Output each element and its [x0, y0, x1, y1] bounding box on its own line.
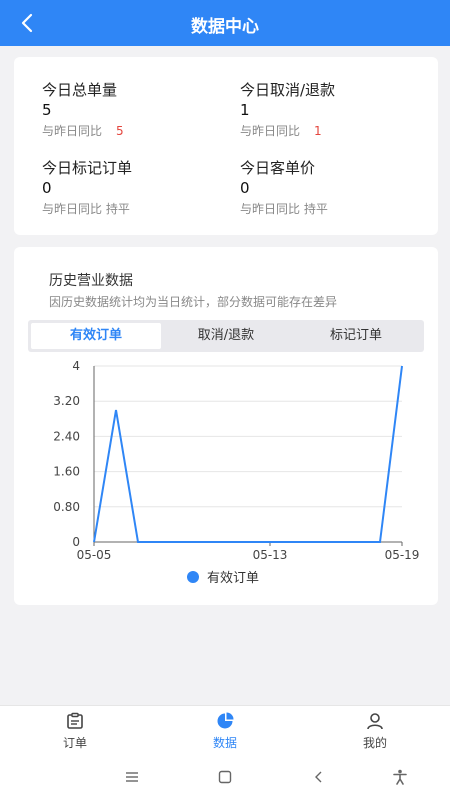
accessibility-icon[interactable] [390, 767, 410, 787]
menu-icon[interactable] [122, 767, 142, 787]
stat-avg-order-price: 今日客单价 0 与昨日同比 持平 [240, 157, 430, 217]
chart-y-tick-label: 0.80 [53, 500, 80, 514]
chart-x-tick-label: 05-05 [77, 548, 112, 562]
history-tabs: 有效订单 取消/退款 标记订单 [28, 320, 424, 352]
history-title: 历史营业数据 [49, 273, 133, 289]
chart-series-line [93, 365, 403, 543]
tabbar-item-orders[interactable]: 订单 [0, 706, 150, 755]
stat-compare: 与昨日同比 5 [42, 122, 232, 139]
stat-value: 1 [240, 101, 250, 119]
chart-y-tick-label: 4 [72, 359, 80, 373]
tabbar-item-mine[interactable]: 我的 [300, 706, 450, 755]
tabbar-label: 数据 [212, 735, 237, 750]
compare-label: 与昨日同比 [42, 124, 103, 138]
chart-x-tick-label: 05-13 [253, 548, 288, 562]
tab-valid-orders[interactable]: 有效订单 [31, 323, 161, 349]
tabbar-item-data[interactable]: 数据 [150, 706, 300, 755]
stat-marked-orders: 今日标记订单 0 与昨日同比 持平 [42, 157, 232, 217]
stat-compare: 与昨日同比 持平 [42, 202, 130, 216]
today-stats-card: 今日总单量 5 与昨日同比 5 今日取消/退款 1 与昨日同比 1 今日标记订单 0… [14, 57, 438, 235]
pie-chart-icon [215, 711, 235, 731]
compare-value: 1 [314, 124, 322, 138]
chart-y-tick-label: 1.60 [53, 465, 80, 479]
page-title: 数据中心 [191, 17, 259, 37]
compare-value: 5 [116, 124, 124, 138]
system-nav-bar [0, 755, 450, 800]
chart-y-tick-label: 3.20 [53, 394, 80, 408]
user-icon [365, 711, 385, 731]
stat-value: 0 [240, 179, 250, 197]
stat-label: 今日总单量 [42, 81, 118, 99]
clipboard-icon [65, 711, 85, 731]
tabbar-label: 订单 [62, 735, 87, 750]
app-header: 数据中心 [0, 0, 450, 46]
chart-y-tick-label: 0 [72, 535, 80, 549]
chart-y-tick-label: 2.40 [53, 429, 80, 443]
tab-marked-orders[interactable]: 标记订单 [291, 323, 421, 349]
stat-label: 今日客单价 [240, 159, 316, 177]
stat-value: 5 [42, 101, 52, 119]
chart-legend-label: 有效订单 [207, 571, 259, 586]
back-icon[interactable] [309, 767, 329, 787]
home-icon[interactable] [215, 767, 235, 787]
chart-x-tick-label: 05-19 [385, 548, 420, 562]
stat-total-orders: 今日总单量 5 与昨日同比 5 [42, 79, 232, 139]
stat-value: 0 [42, 179, 52, 197]
bottom-tab-bar: 订单 数据 我的 [0, 705, 450, 755]
stat-label: 今日标记订单 [42, 159, 133, 177]
tabbar-label: 我的 [362, 735, 387, 750]
stat-compare: 与昨日同比 1 [240, 122, 430, 139]
compare-label: 与昨日同比 [240, 124, 301, 138]
stat-cancel-refund: 今日取消/退款 1 与昨日同比 1 [240, 79, 430, 139]
history-line-chart: 0 0.80 1.60 2.40 3.20 4 05-05 05-13 05-19 有效订单 [53, 359, 420, 586]
stat-compare: 与昨日同比 持平 [240, 202, 328, 216]
tab-cancel-refund[interactable]: 取消/退款 [161, 323, 291, 349]
history-card: 历史营业数据 因历史数据统计均为当日统计，部分数据可能存在差异 有效订单 取消/… [14, 247, 438, 605]
history-note: 因历史数据统计均为当日统计，部分数据可能存在差异 [49, 295, 338, 309]
chart-legend-marker [187, 571, 199, 583]
stat-label: 今日取消/退款 [240, 81, 336, 99]
